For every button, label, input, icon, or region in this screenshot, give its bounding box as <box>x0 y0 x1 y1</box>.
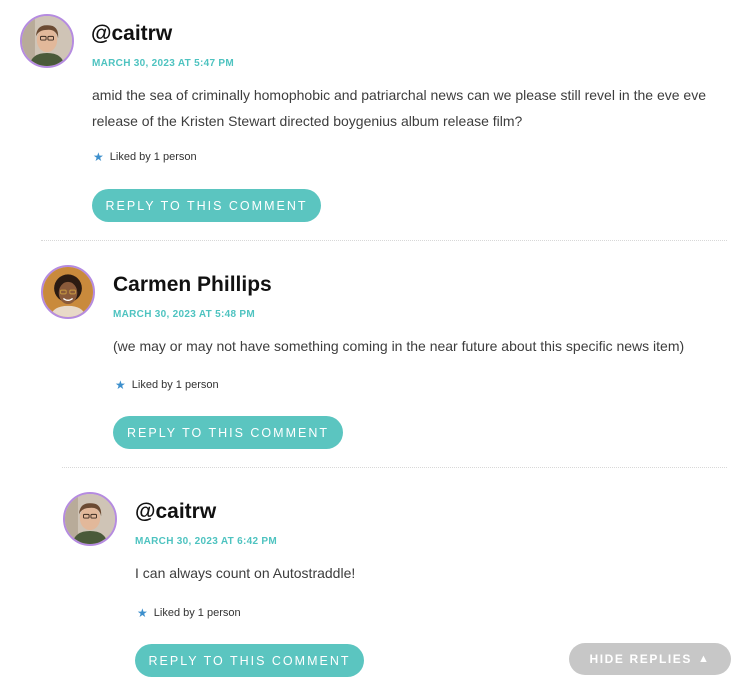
star-icon: ★ <box>115 378 126 392</box>
like-status: ★ Liked by 1 person <box>137 607 241 619</box>
like-status: ★ Liked by 1 person <box>93 151 197 163</box>
hide-replies-button[interactable]: HIDE REPLIES ▲ <box>569 643 731 675</box>
comment-author[interactable]: @caitrw <box>135 500 216 524</box>
avatar-image <box>22 16 72 66</box>
comment-date[interactable]: MARCH 30, 2023 AT 6:42 PM <box>135 536 277 547</box>
comment-author[interactable]: @caitrw <box>91 22 172 46</box>
avatar[interactable] <box>63 492 117 546</box>
comment-body: (we may or may not have something coming… <box>113 338 685 354</box>
avatar[interactable] <box>20 14 74 68</box>
like-count-label: Liked by 1 person <box>131 379 219 391</box>
like-count-label: Liked by 1 person <box>153 607 241 619</box>
hide-replies-label: HIDE REPLIES <box>589 652 693 666</box>
divider <box>62 467 727 468</box>
reply-button[interactable]: REPLY TO THIS COMMENT <box>92 189 321 222</box>
triangle-up-icon: ▲ <box>698 653 711 665</box>
star-icon: ★ <box>93 150 104 164</box>
reply-button[interactable]: REPLY TO THIS COMMENT <box>135 644 364 677</box>
divider <box>41 240 727 241</box>
avatar-image <box>43 267 93 317</box>
avatar[interactable] <box>41 265 95 319</box>
comment-date[interactable]: MARCH 30, 2023 AT 5:47 PM <box>92 58 234 69</box>
like-count-label: Liked by 1 person <box>109 151 197 163</box>
like-status: ★ Liked by 1 person <box>115 379 219 391</box>
star-icon: ★ <box>137 606 148 620</box>
avatar-image <box>65 494 115 544</box>
comment-author[interactable]: Carmen Phillips <box>113 273 272 297</box>
comment-body: amid the sea of criminally homophobic an… <box>92 87 706 129</box>
reply-button[interactable]: REPLY TO THIS COMMENT <box>113 416 343 449</box>
comment-body: I can always count on Autostraddle! <box>135 565 356 581</box>
comment-date[interactable]: MARCH 30, 2023 AT 5:48 PM <box>113 309 255 320</box>
